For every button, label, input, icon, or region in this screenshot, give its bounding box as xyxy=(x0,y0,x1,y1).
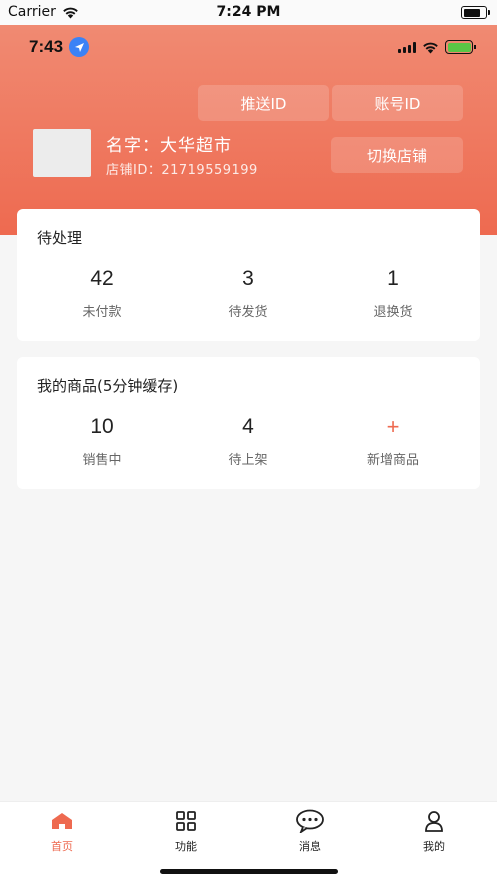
app-time-label: 7:43 xyxy=(29,37,64,56)
charging-battery-icon xyxy=(445,40,476,54)
tab-home[interactable]: 首页 xyxy=(0,808,124,854)
signal-icon xyxy=(398,41,416,53)
account-id-button[interactable]: 账号ID xyxy=(332,85,463,121)
plus-icon: + xyxy=(386,414,400,439)
simulator-time: 7:24 PM xyxy=(216,4,281,20)
stat-value: 1 xyxy=(387,267,399,290)
switch-store-button[interactable]: 切换店铺 xyxy=(331,137,463,173)
stat-returns[interactable]: 1 退换货 xyxy=(316,265,470,320)
my-goods-card: 我的商品(5分钟缓存) 10 销售中 4 待上架 + 新增商品 xyxy=(17,357,480,489)
stat-label: 未付款 xyxy=(82,305,122,320)
stat-value: 4 xyxy=(242,415,254,438)
chat-icon xyxy=(296,809,324,833)
wifi-icon xyxy=(423,42,438,53)
home-icon xyxy=(52,813,72,829)
stat-label: 退换货 xyxy=(373,305,413,320)
store-name: 名字：大华超市 xyxy=(106,136,232,156)
pending-title: 待处理 xyxy=(37,229,83,247)
app-status-bar: 7:43 xyxy=(0,35,497,61)
stat-value: 3 xyxy=(242,267,254,290)
location-arrow-icon xyxy=(69,37,90,57)
app-status-icons xyxy=(398,40,476,54)
stat-label: 新增商品 xyxy=(366,453,419,468)
stat-value: 42 xyxy=(90,267,114,290)
home-indicator[interactable] xyxy=(160,869,338,874)
stat-label: 销售中 xyxy=(82,453,122,468)
pending-card: 待处理 42 未付款 3 待发货 1 退换货 xyxy=(17,209,480,341)
stat-on-sale[interactable]: 10 销售中 xyxy=(25,413,179,468)
stat-pending-listing[interactable]: 4 待上架 xyxy=(171,413,325,468)
goods-title: 我的商品(5分钟缓存) xyxy=(37,377,179,395)
stat-value: 10 xyxy=(90,415,114,438)
stat-label: 待上架 xyxy=(228,453,268,468)
tab-label: 首页 xyxy=(51,840,73,853)
add-product-button[interactable]: + 新增商品 xyxy=(316,413,470,468)
push-id-button[interactable]: 推送ID xyxy=(198,85,329,121)
grid-icon xyxy=(176,811,196,831)
tab-label: 功能 xyxy=(175,840,197,853)
user-icon xyxy=(425,811,443,832)
store-header: 7:43 推送ID 账号ID 名字：大华超市 店铺ID：21719559199 … xyxy=(0,25,497,235)
tab-label: 我的 xyxy=(423,840,445,853)
tab-label: 消息 xyxy=(299,840,321,853)
tab-functions[interactable]: 功能 xyxy=(124,808,248,854)
simulator-status-bar: Carrier 7:24 PM xyxy=(0,0,497,25)
store-avatar xyxy=(33,129,91,177)
app-time: 7:43 xyxy=(29,37,90,57)
tab-mine[interactable]: 我的 xyxy=(372,808,496,854)
stat-to-ship[interactable]: 3 待发货 xyxy=(171,265,325,320)
battery-icon xyxy=(461,6,490,19)
stat-label: 待发货 xyxy=(228,305,268,320)
store-id: 店铺ID：21719559199 xyxy=(106,163,258,178)
tab-messages[interactable]: 消息 xyxy=(248,808,372,854)
stat-unpaid[interactable]: 42 未付款 xyxy=(25,265,179,320)
